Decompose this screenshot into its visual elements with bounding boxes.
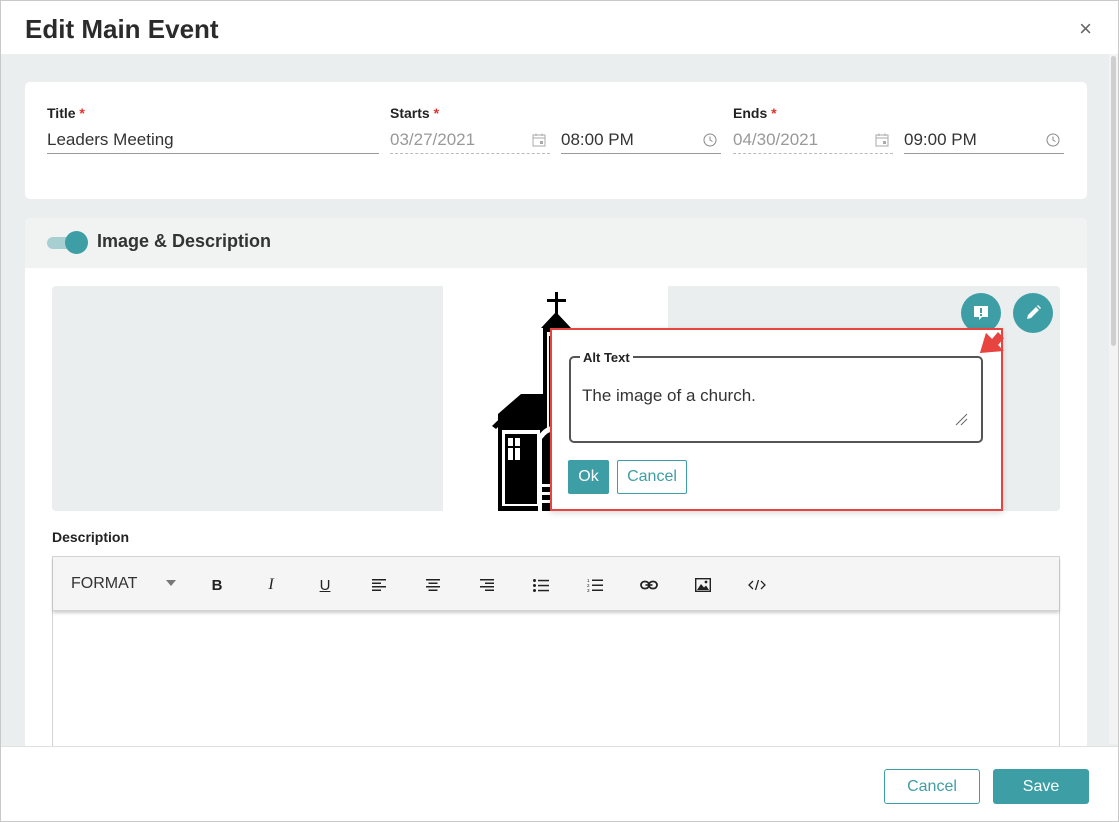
scrollbar[interactable]	[1109, 54, 1118, 744]
event-details-card: Title * Leaders Meeting Starts * 03/27/2…	[25, 82, 1087, 199]
scrollbar-thumb[interactable]	[1111, 56, 1116, 346]
source-code-button[interactable]	[745, 575, 769, 595]
dialog-footer: Cancel Save	[1, 746, 1118, 821]
alt-text-ok-button[interactable]: Ok	[568, 460, 609, 494]
annotation-arrow-icon	[980, 332, 1004, 353]
description-label: Description	[52, 529, 130, 545]
align-right-icon	[480, 579, 494, 591]
starts-time-input[interactable]: 08:00 PM	[561, 120, 721, 154]
dialog-title: Edit Main Event	[25, 14, 219, 44]
resize-handle-icon[interactable]	[954, 412, 968, 426]
alt-text-label: Alt Text	[580, 350, 633, 365]
underline-button[interactable]: U	[313, 575, 337, 595]
close-icon[interactable]: ×	[1079, 18, 1092, 40]
toggle-knob	[65, 231, 88, 254]
code-icon	[748, 579, 766, 591]
title-label: Title *	[47, 105, 85, 121]
insert-image-button[interactable]	[691, 575, 715, 595]
link-icon	[640, 580, 658, 590]
alt-text-input[interactable]: The image of a church.	[582, 386, 962, 406]
image-description-toggle[interactable]	[47, 230, 89, 254]
pencil-icon	[1027, 305, 1041, 319]
link-button[interactable]	[637, 575, 661, 595]
format-dropdown[interactable]: FORMAT	[71, 575, 137, 593]
clock-icon	[703, 133, 717, 147]
ends-time-input[interactable]: 09:00 PM	[904, 120, 1064, 154]
edit-image-button[interactable]	[1013, 293, 1053, 333]
title-input[interactable]: Leaders Meeting	[47, 120, 379, 154]
image-section-header: Image & Description	[25, 218, 1087, 268]
bold-button[interactable]: B	[205, 575, 229, 595]
save-button[interactable]: Save	[993, 769, 1089, 804]
dialog-header: Edit Main Event ×	[1, 1, 1118, 54]
align-center-button[interactable]	[421, 575, 445, 595]
align-center-icon	[426, 579, 440, 591]
calendar-icon	[532, 133, 546, 147]
chevron-down-icon[interactable]	[166, 580, 176, 586]
bullet-list-button[interactable]	[529, 575, 553, 595]
alt-text-cancel-button[interactable]: Cancel	[617, 460, 687, 494]
ends-date-input[interactable]: 04/30/2021	[733, 120, 893, 154]
align-left-button[interactable]	[367, 575, 391, 595]
editor-toolbar: FORMAT B I U 123	[53, 557, 1059, 611]
align-right-button[interactable]	[475, 575, 499, 595]
image-icon	[695, 578, 711, 592]
image-section-title: Image & Description	[97, 231, 272, 251]
cancel-button[interactable]: Cancel	[884, 769, 980, 804]
bullet-list-icon	[533, 578, 549, 592]
edit-event-dialog: Edit Main Event × Title * Leaders Meetin…	[0, 0, 1119, 822]
svg-text:3: 3	[587, 588, 590, 592]
alt-text-popup: Alt Text The image of a church. Ok Cance…	[550, 328, 1003, 511]
numbered-list-icon: 123	[587, 578, 603, 592]
starts-date-input[interactable]: 03/27/2021	[390, 120, 550, 154]
starts-label: Starts *	[390, 105, 440, 121]
calendar-icon	[875, 133, 889, 147]
align-left-icon	[372, 579, 386, 591]
description-editor[interactable]: FORMAT B I U 123	[52, 556, 1060, 758]
italic-button[interactable]: I	[259, 575, 283, 595]
numbered-list-button[interactable]: 123	[583, 575, 607, 595]
clock-icon	[1046, 133, 1060, 147]
ends-label: Ends *	[733, 105, 777, 121]
